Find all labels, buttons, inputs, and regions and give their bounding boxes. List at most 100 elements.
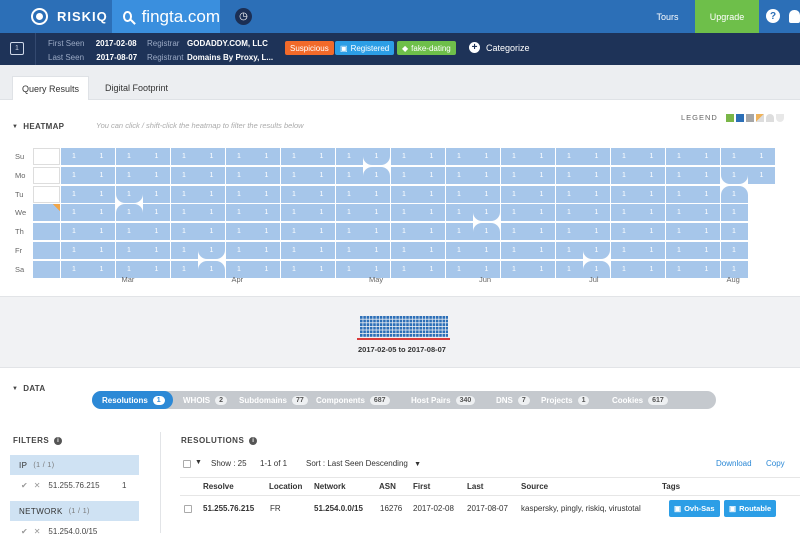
heatmap-cell[interactable]: 1 bbox=[60, 166, 88, 184]
row-checkbox[interactable] bbox=[184, 505, 192, 513]
heatmap-cell[interactable]: 1 bbox=[170, 185, 198, 203]
history-button[interactable]: ◷ bbox=[220, 0, 267, 33]
heatmap-cell[interactable]: 1 bbox=[308, 166, 335, 184]
heatmap-cell[interactable]: 1 bbox=[198, 260, 225, 278]
heatmap-cell[interactable]: 1 bbox=[720, 148, 748, 165]
heatmap-cell[interactable]: 1 bbox=[693, 185, 720, 203]
heatmap-cell[interactable]: 1 bbox=[198, 204, 225, 222]
heatmap-cell[interactable]: 1 bbox=[253, 223, 280, 241]
heatmap-cell[interactable]: 1 bbox=[638, 204, 665, 222]
heatmap-cell[interactable]: 1 bbox=[225, 166, 253, 184]
heatmap-cell[interactable]: 1 bbox=[280, 148, 308, 165]
heatmap-cell[interactable]: 1 bbox=[610, 148, 638, 165]
tag-registered[interactable]: ▣ Registered bbox=[335, 41, 395, 55]
heatmap-cell[interactable]: 1 bbox=[528, 223, 555, 241]
heatmap-cell[interactable]: 1 bbox=[693, 223, 720, 241]
filter-group-ip[interactable]: IP (1 / 1) bbox=[10, 455, 139, 475]
heatmap-cell[interactable]: 1 bbox=[583, 204, 610, 222]
heatmap-cell[interactable]: 1 bbox=[445, 185, 473, 203]
heatmap-cell[interactable]: 1 bbox=[280, 223, 308, 241]
heatmap-cell[interactable]: 1 bbox=[170, 166, 198, 184]
heatmap-cell[interactable]: 1 bbox=[143, 166, 170, 184]
heatmap-cell[interactable]: 1 bbox=[280, 185, 308, 203]
heatmap-toggle[interactable]: ▼ HEATMAP bbox=[12, 122, 64, 131]
heatmap-cell[interactable]: 1 bbox=[225, 148, 253, 165]
heatmap-cell[interactable]: 1 bbox=[225, 223, 253, 241]
heatmap-cell[interactable]: 1 bbox=[418, 242, 445, 259]
heatmap-cell[interactable]: 1 bbox=[748, 148, 775, 165]
remove-icon[interactable]: ✕ bbox=[34, 527, 41, 536]
chevron-down-icon[interactable]: ▼ bbox=[195, 459, 202, 466]
search-field[interactable]: fingta.com bbox=[112, 0, 220, 33]
heatmap-cell[interactable]: 1 bbox=[583, 185, 610, 203]
heatmap-cell[interactable]: 1 bbox=[198, 148, 225, 165]
heatmap-cell[interactable]: 1 bbox=[115, 166, 143, 184]
heatmap-cell[interactable]: 1 bbox=[198, 166, 225, 184]
heatmap-cell[interactable]: 1 bbox=[418, 260, 445, 278]
heatmap-cell[interactable]: 1 bbox=[555, 223, 583, 241]
heatmap-cell[interactable]: 1 bbox=[280, 242, 308, 259]
heatmap-cell[interactable]: 1 bbox=[143, 204, 170, 222]
heatmap-cell[interactable]: 1 bbox=[418, 166, 445, 184]
heatmap-cell[interactable]: 1 bbox=[528, 166, 555, 184]
copy-link[interactable]: Copy bbox=[766, 459, 785, 468]
heatmap-cell[interactable]: 1 bbox=[528, 204, 555, 222]
heatmap-cell[interactable]: 1 bbox=[335, 223, 363, 241]
heatmap-cell[interactable]: 1 bbox=[720, 204, 748, 222]
heatmap-cell[interactable]: 1 bbox=[308, 260, 335, 278]
calendar-icon[interactable]: 1 bbox=[10, 42, 24, 55]
heatmap-cell[interactable]: 1 bbox=[88, 242, 115, 259]
heatmap-cell[interactable]: 1 bbox=[720, 242, 748, 259]
heatmap-cell[interactable]: 1 bbox=[115, 148, 143, 165]
heatmap-cell[interactable]: 1 bbox=[308, 148, 335, 165]
heatmap-cell[interactable]: 1 bbox=[253, 204, 280, 222]
heatmap-cell[interactable]: 1 bbox=[363, 223, 390, 241]
heatmap-cell[interactable]: 1 bbox=[665, 204, 693, 222]
heatmap-cell[interactable]: 1 bbox=[170, 204, 198, 222]
heatmap-cell[interactable]: 1 bbox=[88, 185, 115, 203]
info-icon[interactable]: i bbox=[54, 436, 63, 445]
heatmap-cell[interactable]: 1 bbox=[665, 242, 693, 259]
heatmap-cell[interactable] bbox=[33, 204, 60, 222]
column-header-network[interactable]: Network bbox=[314, 482, 346, 491]
heatmap-cell[interactable]: 1 bbox=[335, 185, 363, 203]
heatmap-cell[interactable]: 1 bbox=[280, 166, 308, 184]
heatmap-cell[interactable]: 1 bbox=[390, 242, 418, 259]
search-query[interactable]: fingta.com bbox=[142, 7, 220, 27]
heatmap-cell[interactable]: 1 bbox=[60, 204, 88, 222]
heatmap-cell[interactable] bbox=[33, 166, 60, 184]
tag-fake-dating[interactable]: ◆ fake-dating bbox=[397, 41, 456, 55]
heatmap-cell[interactable]: 1 bbox=[143, 223, 170, 241]
heatmap-cell[interactable]: 1 bbox=[60, 185, 88, 203]
heatmap-cell[interactable]: 1 bbox=[335, 148, 363, 165]
heatmap-cell[interactable]: 1 bbox=[143, 260, 170, 278]
heatmap-cell[interactable]: 1 bbox=[88, 223, 115, 241]
heatmap-cell[interactable] bbox=[33, 242, 60, 259]
heatmap-cell[interactable]: 1 bbox=[390, 148, 418, 165]
heatmap-cell[interactable]: 1 bbox=[555, 204, 583, 222]
tag-ovh-sas[interactable]: ▣ Ovh-Sas bbox=[669, 500, 720, 517]
heatmap-cell[interactable]: 1 bbox=[665, 185, 693, 203]
column-header-tags[interactable]: Tags bbox=[662, 482, 680, 491]
heatmap-cell[interactable]: 1 bbox=[473, 185, 500, 203]
help-icon[interactable]: ? bbox=[766, 9, 780, 23]
heatmap-cell[interactable]: 1 bbox=[115, 185, 143, 203]
heatmap-cell[interactable]: 1 bbox=[445, 223, 473, 241]
tours-link[interactable]: Tours bbox=[640, 0, 695, 33]
heatmap-cell[interactable]: 1 bbox=[363, 148, 390, 165]
heatmap-cell[interactable]: 1 bbox=[363, 166, 390, 184]
heatmap-cell[interactable]: 1 bbox=[335, 166, 363, 184]
column-header-resolve[interactable]: Resolve bbox=[203, 482, 234, 491]
heatmap-cell[interactable]: 1 bbox=[363, 242, 390, 259]
heatmap-cell[interactable]: 1 bbox=[60, 223, 88, 241]
heatmap-cell[interactable]: 1 bbox=[610, 204, 638, 222]
heatmap-cell[interactable]: 1 bbox=[390, 260, 418, 278]
heatmap-cell[interactable]: 1 bbox=[143, 148, 170, 165]
heatmap-cell[interactable]: 1 bbox=[143, 185, 170, 203]
heatmap-cell[interactable]: 1 bbox=[610, 166, 638, 184]
heatmap-cell[interactable]: 1 bbox=[445, 204, 473, 222]
heatmap-cell[interactable]: 1 bbox=[253, 242, 280, 259]
heatmap-cell[interactable]: 1 bbox=[335, 242, 363, 259]
heatmap-cell[interactable]: 1 bbox=[198, 242, 225, 259]
heatmap-cell[interactable]: 1 bbox=[445, 260, 473, 278]
